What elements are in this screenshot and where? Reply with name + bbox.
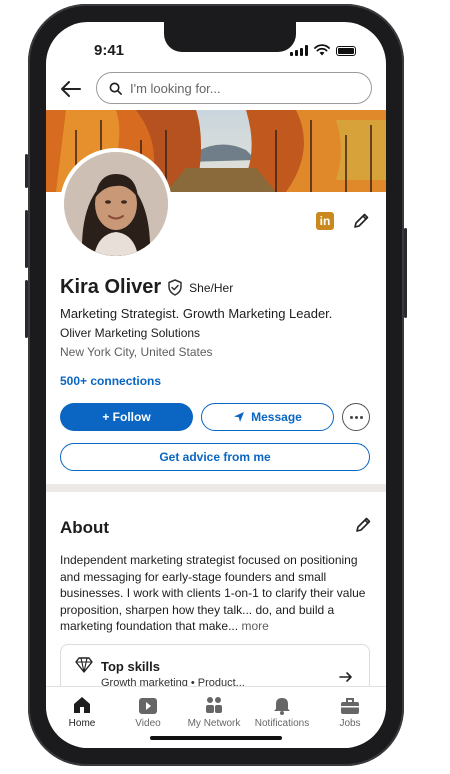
side-button (25, 154, 28, 188)
bell-icon (274, 698, 290, 715)
back-arrow-icon[interactable] (58, 76, 84, 102)
about-heading: About (60, 518, 110, 537)
follow-button[interactable]: + Follow (60, 403, 193, 431)
follow-label: + Follow (102, 410, 151, 424)
nav-notifications[interactable]: Notifications (248, 693, 316, 729)
get-advice-button[interactable]: Get advice from me (60, 443, 370, 471)
nav-my-network[interactable]: My Network (180, 693, 248, 729)
side-button (404, 228, 407, 318)
search-input[interactable]: I'm looking for... (96, 72, 372, 104)
profile-avatar[interactable] (60, 148, 172, 260)
nav-label: My Network (187, 718, 241, 729)
nav-jobs[interactable]: Jobs (316, 693, 384, 729)
search-icon (109, 82, 122, 95)
connections-link[interactable]: 500+ connections (60, 374, 161, 388)
name-row: Kira Oliver She/Her (60, 276, 233, 299)
clock: 9:41 (94, 42, 125, 59)
video-icon (139, 698, 157, 714)
advice-label: Get advice from me (159, 450, 271, 464)
section-divider (46, 484, 386, 492)
diamond-icon (75, 657, 93, 673)
nav-label: Video (135, 718, 161, 729)
top-bar: I'm looking for... (46, 70, 386, 110)
side-button (25, 210, 28, 268)
message-button[interactable]: Message (201, 403, 334, 431)
home-icon (74, 697, 90, 713)
edit-pencil-icon[interactable] (352, 212, 370, 230)
edit-about-icon[interactable] (354, 516, 372, 534)
side-button (25, 280, 28, 338)
search-placeholder: I'm looking for... (130, 80, 221, 96)
profile-location: New York City, United States (60, 345, 213, 359)
action-buttons: + Follow Message (60, 403, 372, 431)
pronouns: She/Her (189, 280, 234, 295)
profile-headline: Marketing Strategist. Growth Marketing L… (60, 306, 333, 321)
nav-label: Notifications (254, 718, 310, 729)
nav-home[interactable]: Home (48, 693, 116, 729)
more-options-button[interactable] (342, 403, 370, 431)
notch (164, 22, 296, 52)
screen: 9:41 I'm looking for... in Kira Oliver S… (46, 22, 386, 748)
see-more-link[interactable]: more (241, 619, 268, 633)
nav-label: Home (68, 718, 96, 729)
arrow-right-icon[interactable] (339, 671, 353, 683)
wifi-icon (314, 44, 330, 56)
signal-icon (290, 45, 308, 56)
top-skills-title: Top skills (101, 659, 160, 674)
network-icon (206, 697, 222, 713)
phone-frame: 9:41 I'm looking for... in Kira Oliver S… (25, 4, 407, 766)
nav-video[interactable]: Video (114, 693, 182, 729)
profile-actions-top: in (316, 212, 370, 230)
home-indicator (150, 736, 282, 740)
about-body: Independent marketing strategist focused… (60, 553, 366, 633)
message-label: Message (251, 410, 302, 424)
profile-company[interactable]: Oliver Marketing Solutions (60, 326, 200, 340)
verified-shield-icon[interactable] (167, 279, 183, 296)
profile-name: Kira Oliver (60, 276, 162, 298)
nav-label: Jobs (339, 718, 361, 729)
briefcase-icon (341, 698, 359, 714)
linkedin-premium-icon[interactable]: in (316, 212, 334, 230)
battery-icon (336, 46, 356, 56)
status-icons (290, 44, 356, 56)
about-text: Independent marketing strategist focused… (60, 552, 372, 635)
send-icon (234, 412, 245, 422)
ellipsis-icon (349, 415, 353, 419)
profile-photo (64, 152, 168, 256)
